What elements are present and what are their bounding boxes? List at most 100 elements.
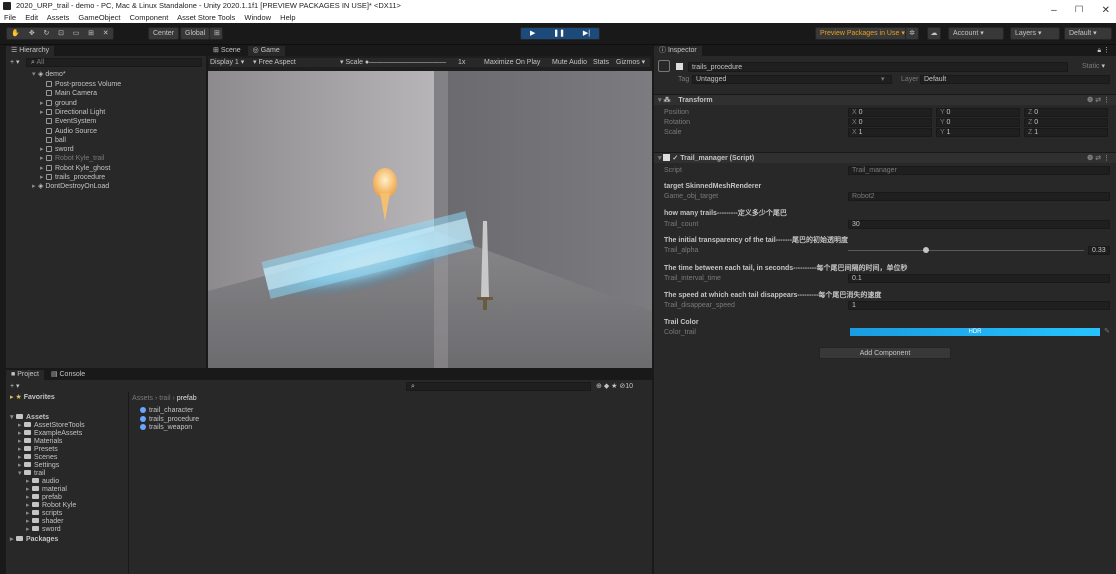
hierarchy-create-button[interactable]: + ▾ bbox=[10, 59, 20, 67]
alpha-slider-thumb[interactable] bbox=[922, 247, 929, 253]
transform-z-field[interactable]: Z 0 bbox=[1024, 108, 1108, 117]
alpha-field[interactable]: 0.33 bbox=[1088, 246, 1110, 255]
layers-dropdown[interactable]: Layers ▾ bbox=[1010, 27, 1060, 40]
game-viewport[interactable] bbox=[208, 71, 652, 368]
scale-slider[interactable]: ▾ Scale ●——————————— bbox=[340, 59, 446, 67]
tag-dropdown[interactable]: Untagged bbox=[692, 75, 892, 84]
project-folder[interactable]: ▾ Assets bbox=[10, 414, 49, 422]
maximize-on-play-toggle[interactable]: Maximize On Play bbox=[484, 59, 540, 67]
hand-tool-icon[interactable]: ✋ bbox=[11, 28, 20, 39]
active-checkbox[interactable] bbox=[676, 63, 683, 70]
move-tool-icon[interactable]: ✥ bbox=[29, 28, 35, 39]
tab-scene[interactable]: ⊞ Scene bbox=[208, 46, 246, 56]
hierarchy-item[interactable]: Main Camera bbox=[40, 90, 97, 98]
hierarchy-item[interactable]: ▸ ground bbox=[40, 99, 77, 108]
hierarchy-item[interactable]: ▸ trails_procedure bbox=[40, 174, 105, 182]
project-search-input[interactable]: ⌕ bbox=[406, 382, 591, 391]
layer-dropdown[interactable]: Default bbox=[920, 75, 1110, 84]
project-folder[interactable]: ▸ Scenes bbox=[18, 454, 57, 462]
tab-hierarchy[interactable]: ☰ Hierarchy bbox=[6, 46, 55, 56]
filter-label-icon[interactable]: ◆ bbox=[604, 383, 609, 390]
hierarchy-search-input[interactable]: ⌕ All bbox=[26, 58, 202, 67]
menu-window[interactable]: Window bbox=[244, 13, 271, 22]
project-folder[interactable]: ▸ Robot Kyle bbox=[26, 502, 76, 510]
project-folder[interactable]: ▸ AssetStoreTools bbox=[18, 422, 85, 430]
grid-snap-icon[interactable]: ⊞ bbox=[209, 27, 223, 40]
stats-toggle[interactable]: Stats bbox=[593, 59, 609, 67]
transform-z-field[interactable]: Z 0 bbox=[1024, 118, 1108, 127]
hierarchy-item[interactable]: ▸ sword bbox=[40, 146, 74, 154]
scale-tool-icon[interactable]: ⊡ bbox=[58, 28, 64, 39]
project-folder[interactable]: ▸ audio bbox=[26, 478, 59, 486]
hierarchy-item[interactable]: ball bbox=[40, 136, 66, 145]
project-folder[interactable]: ▸ prefab bbox=[26, 494, 62, 502]
pivot-global-toggle[interactable]: Global bbox=[180, 27, 211, 40]
prefab-file[interactable]: trails_weapon bbox=[140, 424, 192, 432]
menu-file[interactable]: File bbox=[4, 13, 16, 22]
transform-tool-icon[interactable]: ⊞ bbox=[88, 28, 94, 39]
project-folder[interactable]: ▸ shader bbox=[26, 518, 63, 526]
project-folder[interactable]: ▸ Packages bbox=[10, 536, 58, 544]
eyedropper-icon[interactable]: ✎ bbox=[1104, 328, 1110, 336]
interval-field[interactable]: 0.1 bbox=[848, 274, 1110, 283]
transform-y-field[interactable]: Y 1 bbox=[936, 128, 1020, 137]
dontdestroy-root[interactable]: ▸ ◈ DontDestroyOnLoad bbox=[32, 183, 109, 191]
hierarchy-item[interactable]: EventSystem bbox=[40, 118, 96, 126]
breadcrumb-prefab[interactable]: prefab bbox=[177, 395, 197, 402]
project-folder[interactable]: ▸ sword bbox=[26, 526, 61, 534]
project-folder[interactable]: ▸ scripts bbox=[26, 510, 62, 518]
component-menu-icon[interactable]: ❷ ⇄ ⋮ bbox=[1087, 153, 1110, 164]
menu-component[interactable]: Component bbox=[130, 13, 169, 22]
step-icon[interactable]: ▶| bbox=[583, 28, 590, 39]
project-folder[interactable]: ▸ Materials bbox=[18, 438, 62, 446]
display-dropdown[interactable]: Display 1 ▾ bbox=[210, 59, 244, 67]
pivot-center-toggle[interactable]: Center bbox=[148, 27, 180, 40]
rect-tool-icon[interactable]: ▭ bbox=[73, 28, 80, 39]
menu-edit[interactable]: Edit bbox=[25, 13, 38, 22]
favorites-header[interactable]: ▸ ★ Favorites bbox=[10, 394, 55, 402]
hierarchy-item[interactable]: ▸ Robot Kyle_trail bbox=[40, 155, 104, 163]
project-folder[interactable]: ▾ trail bbox=[18, 470, 45, 478]
project-folder[interactable]: ▸ Settings bbox=[18, 462, 59, 470]
project-create-button[interactable]: + ▾ bbox=[10, 383, 20, 391]
aspect-dropdown[interactable]: ▾ Free Aspect bbox=[253, 59, 296, 67]
rotate-tool-icon[interactable]: ↻ bbox=[43, 28, 49, 39]
cloud-icon[interactable]: ☁ bbox=[927, 27, 941, 40]
static-checkbox[interactable]: Static ▾ bbox=[1082, 63, 1105, 71]
prefab-file[interactable]: trail_character bbox=[140, 407, 193, 415]
tab-project[interactable]: ■ Project bbox=[6, 370, 44, 380]
hierarchy-item[interactable]: Audio Source bbox=[40, 127, 97, 136]
collab-icon[interactable]: ✲ bbox=[905, 27, 919, 40]
transform-y-field[interactable]: Y 0 bbox=[936, 108, 1020, 117]
lock-icon[interactable]: 🔒︎ ⋮ bbox=[1097, 46, 1110, 56]
tab-game[interactable]: ◎ Game bbox=[247, 46, 285, 56]
account-dropdown[interactable]: Account ▾ bbox=[948, 27, 1004, 40]
alpha-slider-track[interactable] bbox=[848, 250, 1084, 251]
scene-root[interactable]: ▾ ◈ demo* bbox=[32, 71, 66, 79]
disappear-field[interactable]: 1 bbox=[848, 301, 1110, 310]
menu-assets[interactable]: Assets bbox=[47, 13, 70, 22]
gizmos-dropdown[interactable]: Gizmos ▾ bbox=[616, 59, 645, 67]
transform-z-field[interactable]: Z 1 bbox=[1024, 128, 1108, 137]
tab-console[interactable]: ▤ Console bbox=[46, 370, 90, 380]
add-component-button[interactable]: Add Component bbox=[819, 347, 951, 359]
layout-dropdown[interactable]: Default ▾ bbox=[1064, 27, 1112, 40]
breadcrumb-trail[interactable]: trail bbox=[159, 395, 170, 402]
transform-x-field[interactable]: X 1 bbox=[848, 128, 932, 137]
color-field[interactable]: HDR bbox=[850, 328, 1100, 336]
filter-type-icon[interactable]: ⊕ bbox=[596, 383, 602, 390]
pause-icon[interactable]: ❚❚ bbox=[553, 28, 565, 39]
transform-y-field[interactable]: Y 0 bbox=[936, 118, 1020, 127]
custom-tool-icon[interactable]: ✕ bbox=[103, 28, 109, 39]
transform-x-field[interactable]: X 0 bbox=[848, 118, 932, 127]
project-folder[interactable]: ▸ Presets bbox=[18, 446, 58, 454]
transform-x-field[interactable]: X 0 bbox=[848, 108, 932, 117]
favorite-star-icon[interactable]: ★ bbox=[611, 383, 617, 390]
script-component-header[interactable]: ▾ ✓ Trail_manager (Script) ❷ ⇄ ⋮ bbox=[654, 152, 1116, 163]
count-field[interactable]: 30 bbox=[848, 220, 1110, 229]
breadcrumb-assets[interactable]: Assets bbox=[132, 395, 153, 402]
menu-asset-store-tools[interactable]: Asset Store Tools bbox=[177, 13, 235, 22]
project-folder[interactable]: ▸ material bbox=[26, 486, 67, 494]
menu-help[interactable]: Help bbox=[280, 13, 295, 22]
mute-audio-toggle[interactable]: Mute Audio bbox=[552, 59, 587, 67]
